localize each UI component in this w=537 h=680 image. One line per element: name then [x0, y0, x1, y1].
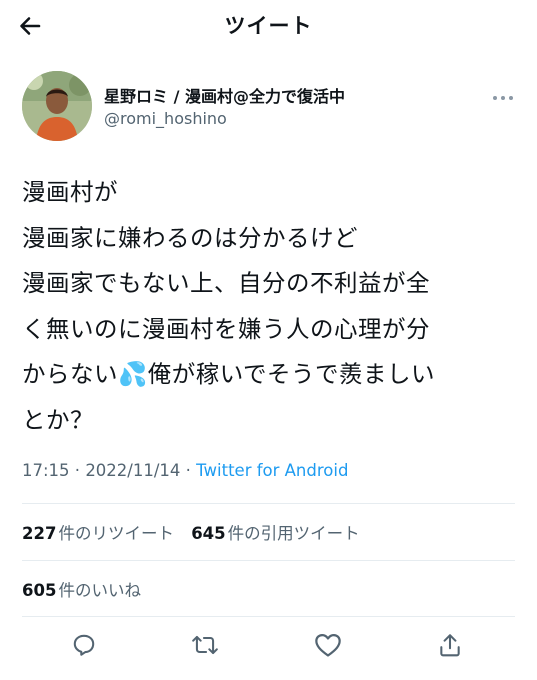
share-button[interactable] [435, 630, 465, 660]
divider [22, 503, 515, 504]
like-count-label: 件のいいね [58, 581, 141, 600]
quote-count: 645 [191, 524, 226, 543]
tweet-text: 漫画村が 漫画家に嫌わるのは分かるけど 漫画家でもない上、自分の不利益が全 く無… [22, 178, 436, 434]
retweet-count-label: 件のリツイート [58, 524, 174, 543]
tweet-metadata: 17:15 · 2022/11/14 · Twitter for Android [22, 461, 348, 480]
tweet-action-bar [0, 630, 537, 660]
reply-icon [73, 634, 95, 656]
like-button[interactable] [313, 630, 343, 660]
retweet-button[interactable] [190, 630, 220, 660]
meta-separator: · [180, 461, 197, 480]
retweet-count: 227 [22, 524, 57, 543]
meta-separator: · [69, 461, 86, 480]
retweet-count-link[interactable]: 227 件のリツイート [22, 524, 174, 543]
divider [22, 616, 515, 617]
top-bar: ツイート [0, 0, 537, 50]
quote-count-link[interactable]: 645 件の引用ツイート [191, 524, 359, 543]
tweet-time[interactable]: 17:15 [22, 461, 70, 480]
page-title: ツイート [224, 14, 313, 38]
more-dots-icon [493, 96, 513, 100]
author-display-name[interactable]: 星野ロミ / 漫画村@全力で復活中 [104, 83, 345, 107]
tweet-source-link[interactable]: Twitter for Android [196, 461, 348, 480]
divider [22, 560, 515, 561]
like-count-link[interactable]: 605 件のいいね [22, 581, 141, 600]
avatar[interactable] [22, 71, 92, 141]
tweet-date[interactable]: 2022/11/14 [85, 461, 180, 480]
share-stats: 227 件のリツイート 645 件の引用ツイート [22, 520, 360, 544]
more-options-button[interactable] [489, 90, 517, 106]
like-stats: 605 件のいいね [22, 577, 141, 601]
quote-count-label: 件の引用ツイート [227, 524, 360, 543]
like-count: 605 [22, 581, 57, 600]
like-heart-icon [315, 633, 341, 657]
reply-button[interactable] [69, 630, 99, 660]
author-handle[interactable]: @romi_hoshino [104, 109, 227, 128]
retweet-icon [192, 635, 218, 655]
share-icon [440, 634, 460, 657]
tweet-author: 星野ロミ / 漫画村@全力で復活中 @romi_hoshino [22, 70, 517, 142]
